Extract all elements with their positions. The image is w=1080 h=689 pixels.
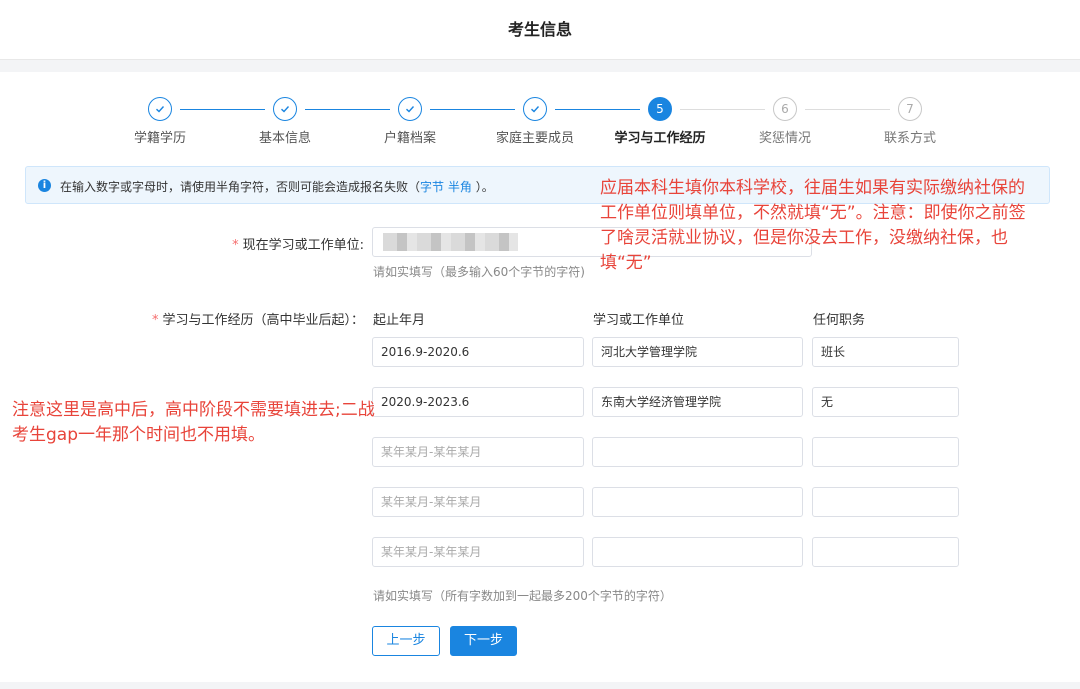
position-input[interactable] bbox=[812, 437, 959, 467]
column-period: 起止年月 bbox=[373, 313, 426, 328]
column-unit: 学习或工作单位 bbox=[593, 313, 685, 328]
step-progress: 学籍学历 基本信息 户籍档案 家庭主要成员 5 学习与工作经历 6 奖惩情况 7 联系方式 bbox=[0, 97, 1080, 157]
step-label: 户籍档案 bbox=[383, 131, 436, 146]
step-1: 学籍学历 bbox=[100, 97, 220, 146]
step-label: 联系方式 bbox=[883, 131, 936, 146]
step-label: 学习与工作经历 bbox=[614, 131, 706, 146]
form-card: 学籍学历 基本信息 户籍档案 家庭主要成员 5 学习与工作经历 6 奖惩情况 7 联系方式 i 在… bbox=[0, 72, 1080, 682]
annotation-top-right: 应届本科生填你本科学校，往届生如果有实际缴纳社保的工作单位则填单位，不然就填“无… bbox=[600, 178, 1026, 273]
history-label: * 学习与工作经历（高中毕业后起）： bbox=[151, 313, 364, 328]
period-input[interactable]: 某年某月-某年某月 bbox=[372, 537, 584, 567]
step-number: 7 bbox=[898, 97, 922, 121]
step-4: 家庭主要成员 bbox=[475, 97, 595, 146]
unit-input[interactable] bbox=[592, 437, 803, 467]
step-2: 基本信息 bbox=[225, 97, 345, 146]
step-label: 学籍学历 bbox=[133, 131, 186, 146]
check-icon bbox=[148, 97, 172, 121]
next-step-button[interactable]: 下一步 bbox=[450, 626, 517, 656]
history-hint: 请如实填写（所有字数加到一起最多200个字节的字符） bbox=[373, 589, 672, 603]
unit-input[interactable] bbox=[592, 537, 803, 567]
period-input[interactable]: 2020.9-2023.6 bbox=[372, 387, 584, 417]
current-unit-label: * 现在学习或工作单位: bbox=[232, 238, 364, 253]
page-title: 考生信息 bbox=[507, 20, 572, 39]
step-number: 5 bbox=[648, 97, 672, 121]
unit-input[interactable]: 东南大学经济管理学院 bbox=[592, 387, 803, 417]
current-unit-hint: 请如实填写（最多输入60个字节的字符) bbox=[373, 265, 585, 279]
alert-text: 在输入数字或字母时，请使用半角字符，否则可能会造成报名失败（字节 半角 ）。 bbox=[60, 180, 494, 194]
step-label: 基本信息 bbox=[258, 131, 311, 146]
prev-step-button[interactable]: 上一步 bbox=[372, 626, 440, 656]
alert-link-byte[interactable]: 字节 bbox=[420, 180, 444, 194]
position-input[interactable] bbox=[812, 537, 959, 567]
annotation-left: 注意这里是高中后，高中阶段不需要填进去;二战考生gap一年那个时间也不用填。 bbox=[12, 400, 375, 445]
step-label: 家庭主要成员 bbox=[495, 131, 574, 146]
position-input[interactable]: 班长 bbox=[812, 337, 959, 367]
period-input[interactable]: 2016.9-2020.6 bbox=[372, 337, 584, 367]
step-label: 奖惩情况 bbox=[758, 131, 811, 146]
info-icon: i bbox=[38, 179, 51, 192]
step-number: 6 bbox=[773, 97, 797, 121]
unit-input[interactable]: 河北大学管理学院 bbox=[592, 337, 803, 367]
step-6: 6 奖惩情况 bbox=[725, 97, 845, 146]
position-input[interactable] bbox=[812, 487, 959, 517]
check-icon bbox=[398, 97, 422, 121]
alert-link-halfwidth[interactable]: 半角 bbox=[448, 180, 472, 194]
unit-input[interactable] bbox=[592, 487, 803, 517]
step-5: 5 学习与工作经历 bbox=[600, 97, 720, 146]
check-icon bbox=[523, 97, 547, 121]
page-header: 考生信息 bbox=[0, 0, 1080, 60]
position-input[interactable]: 无 bbox=[812, 387, 959, 417]
period-input[interactable]: 某年某月-某年某月 bbox=[372, 487, 584, 517]
check-icon bbox=[273, 97, 297, 121]
column-position: 任何职务 bbox=[813, 313, 866, 328]
redacted-value bbox=[383, 233, 518, 251]
period-input[interactable]: 某年某月-某年某月 bbox=[372, 437, 584, 467]
step-7: 7 联系方式 bbox=[850, 97, 970, 146]
step-3: 户籍档案 bbox=[350, 97, 470, 146]
